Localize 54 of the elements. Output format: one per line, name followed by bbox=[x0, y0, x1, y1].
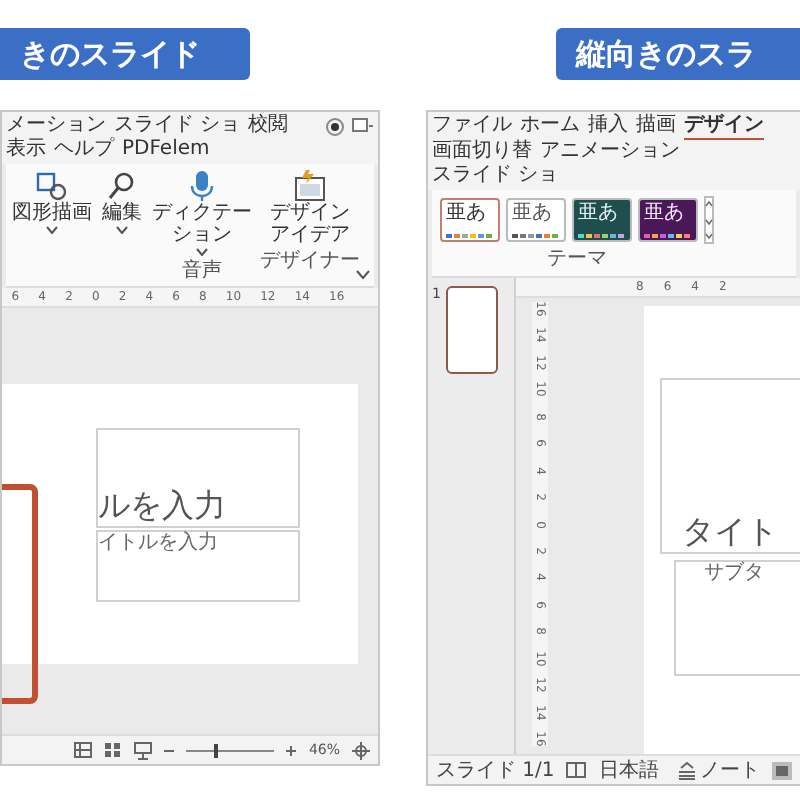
ribbon-button[interactable]: デザイン アイデア bbox=[268, 168, 352, 248]
notes-icon bbox=[678, 761, 696, 779]
group-label: 音声 bbox=[182, 260, 222, 282]
ribbon-tab[interactable]: 校閲 bbox=[248, 114, 289, 138]
ribbon-tab[interactable]: 挿入 bbox=[588, 114, 628, 140]
ribbon-tab[interactable]: アニメーション bbox=[540, 140, 680, 164]
reading-view-icon[interactable] bbox=[134, 741, 153, 759]
title-text: ルを入力 bbox=[98, 486, 226, 526]
picture-frame-icon bbox=[294, 170, 326, 202]
group-label: デザイナー bbox=[260, 250, 360, 272]
subtitle-placeholder[interactable]: サブタ bbox=[674, 560, 800, 676]
ribbon-tab[interactable]: ヘルプ bbox=[54, 138, 114, 162]
title-placeholder[interactable]: タイト bbox=[660, 378, 800, 554]
ribbon-tab[interactable]: ホーム bbox=[520, 114, 580, 140]
subtitle-placeholder[interactable]: イトルを入力 bbox=[96, 530, 300, 602]
subtitle-text: サブタ bbox=[704, 562, 764, 586]
book-icon[interactable] bbox=[566, 761, 587, 779]
theme-thumbnail[interactable]: 亜あ bbox=[638, 198, 698, 242]
ribbon-tab[interactable]: メーション bbox=[6, 114, 106, 138]
fit-icon[interactable] bbox=[352, 741, 370, 759]
group-label: テーマ bbox=[547, 248, 607, 270]
slide-sorter-icon[interactable] bbox=[104, 742, 123, 758]
language-label[interactable]: 日本語 bbox=[598, 756, 659, 784]
plus-icon[interactable] bbox=[286, 745, 297, 755]
search-icon bbox=[106, 170, 138, 202]
shapes-icon bbox=[36, 170, 68, 202]
theme-thumbnail[interactable]: 亜あ bbox=[572, 198, 632, 242]
microphone-icon bbox=[186, 170, 218, 202]
ribbon-tab[interactable]: 表示 bbox=[6, 138, 46, 162]
ribbon-button[interactable]: 図形描画 bbox=[10, 168, 94, 236]
title-text: タイト bbox=[682, 512, 778, 552]
ribbon-tab[interactable]: 描画 bbox=[636, 114, 676, 140]
ribbon-tab[interactable]: 画面切り替 bbox=[432, 140, 532, 164]
chevron-icon[interactable] bbox=[356, 270, 370, 280]
record-icon bbox=[326, 118, 344, 136]
title-placeholder[interactable]: ルを入力 bbox=[96, 428, 300, 528]
ribbon-button[interactable]: 編集 bbox=[100, 168, 144, 236]
heading-banner: 縦向きのスラ bbox=[556, 28, 800, 80]
ribbon-button[interactable]: ディクテー ション bbox=[150, 168, 254, 258]
ribbon-tab[interactable]: スライド ショ bbox=[432, 164, 559, 188]
heading-banner: きのスライド bbox=[0, 28, 250, 80]
minus-icon[interactable] bbox=[164, 745, 175, 755]
subtitle-text: イトルを入力 bbox=[98, 532, 218, 556]
slide-thumbnail[interactable] bbox=[446, 286, 499, 374]
ribbon-tab[interactable]: スライド ショ bbox=[114, 114, 241, 138]
ribbon-tab[interactable]: デザイン bbox=[684, 114, 764, 140]
slider-thumb[interactable] bbox=[213, 743, 218, 757]
theme-thumbnail[interactable]: 亜あ bbox=[440, 198, 500, 242]
ribbon-tab[interactable]: ファイル bbox=[432, 114, 512, 140]
theme-thumbnail[interactable]: 亜あ bbox=[506, 198, 566, 242]
ribbon-tab[interactable]: PDFelem bbox=[122, 138, 210, 162]
scroll-arrows-icon[interactable] bbox=[704, 196, 714, 244]
slide-count: スライド 1/1 bbox=[436, 758, 555, 784]
notes-button[interactable]: ノート bbox=[678, 756, 760, 784]
